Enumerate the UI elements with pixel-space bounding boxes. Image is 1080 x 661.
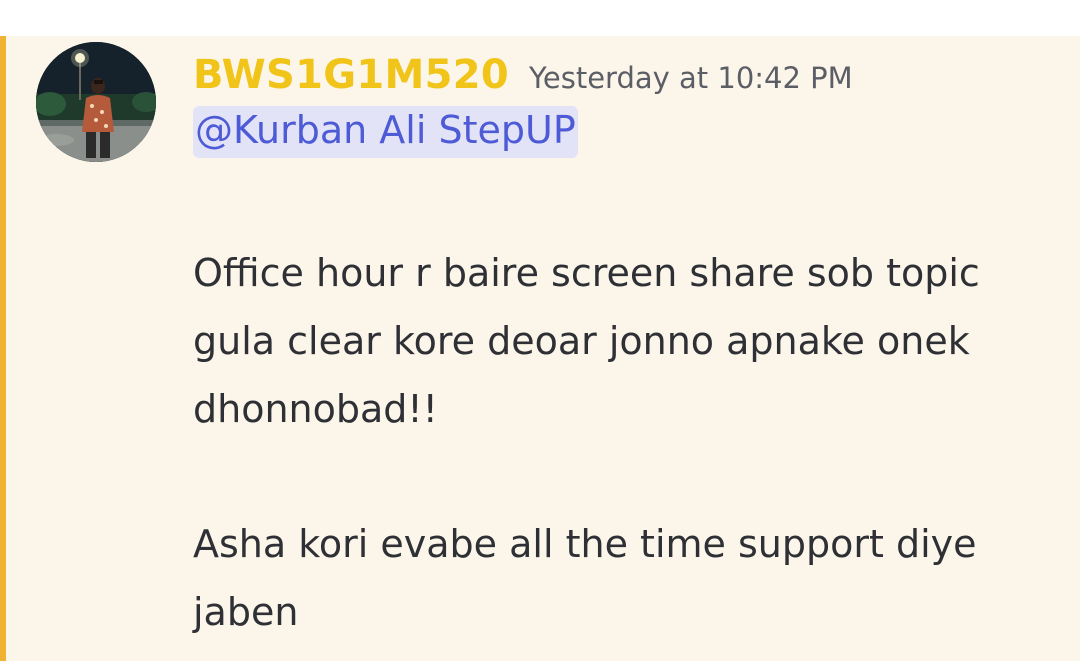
avatar-photo-icon <box>36 42 156 162</box>
message-paragraph: Asha kori evabe all the time support diy… <box>193 522 977 634</box>
message-header: BWS1G1M520 Yesterday at 10:42 PM <box>193 52 853 98</box>
timestamp[interactable]: Yesterday at 10:42 PM <box>529 61 853 95</box>
user-mention[interactable]: @Kurban Ali StepUP <box>193 106 578 158</box>
top-strip <box>0 0 1080 36</box>
message-paragraph: Office hour r baire screen share sob top… <box>193 251 980 431</box>
avatar[interactable] <box>36 42 156 162</box>
chat-message[interactable]: BWS1G1M520 Yesterday at 10:42 PM @Kurban … <box>0 36 1080 661</box>
mention-highlight-bar <box>0 36 6 661</box>
username[interactable]: BWS1G1M520 <box>193 52 509 98</box>
